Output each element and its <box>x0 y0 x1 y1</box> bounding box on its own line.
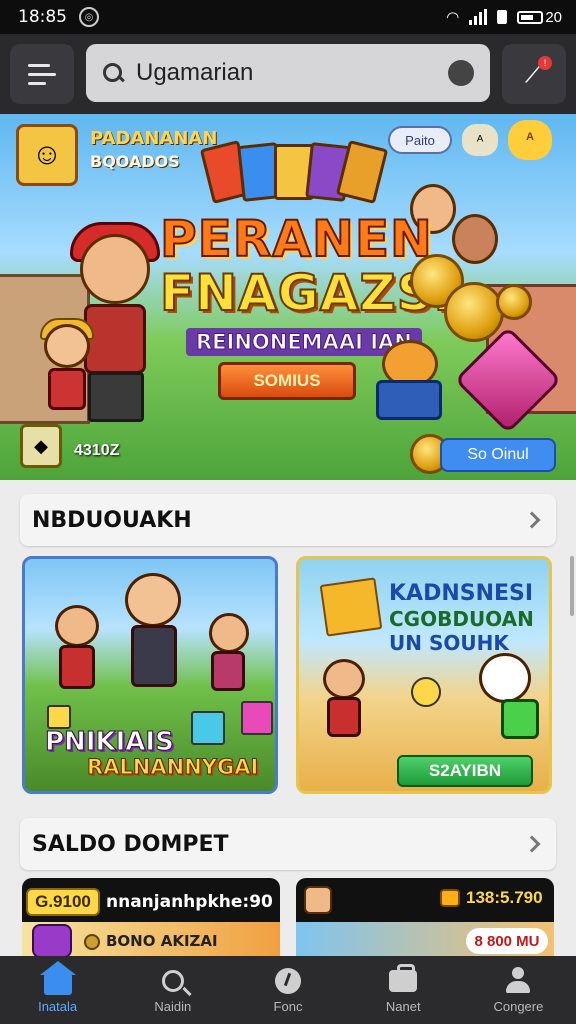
search-icon <box>102 62 124 84</box>
block-illustration <box>191 711 225 745</box>
character-illustration <box>319 659 379 749</box>
hero-icon-button-1[interactable]: ᴬ <box>462 124 498 156</box>
notification-badge: ! <box>538 56 552 70</box>
hero-title-line-1: PERANEN <box>159 209 433 269</box>
chest-illustration <box>319 577 383 637</box>
brand-line-2: BQOADOS <box>90 152 180 171</box>
hero-cta-button[interactable]: So Oinul <box>440 438 556 472</box>
user-icon <box>504 966 532 995</box>
search-input[interactable] <box>136 59 436 87</box>
status-bar: 18:85 ◎ ◠ 20 <box>0 0 576 34</box>
tab-search[interactable]: Naidin <box>115 956 230 1024</box>
tab-user[interactable]: Congere <box>461 956 576 1024</box>
signal-icon <box>469 9 488 25</box>
game-title-line-1: KADNSNESI <box>389 581 534 606</box>
wallet-subtext: BONO AKIZAI <box>106 932 218 950</box>
chevron-right-icon <box>523 835 541 853</box>
hero-pill-button[interactable]: Paito <box>388 126 452 154</box>
wifi-icon: ◠ <box>446 9 460 26</box>
section-title: SALDO DOMPET <box>32 831 229 857</box>
fox-character-illustration <box>376 340 446 420</box>
app-bar: ⟋ ! <box>0 34 576 114</box>
search-bar[interactable] <box>86 44 490 102</box>
wallet-pill[interactable]: 8 800 MU <box>466 928 548 954</box>
menu-icon <box>28 61 56 88</box>
clock-icon <box>275 967 301 994</box>
section-title: NBDUOUAKH <box>32 507 192 533</box>
coin-illustration <box>411 677 441 707</box>
game-logo: ☺ <box>16 124 78 186</box>
coin-icon <box>84 934 100 950</box>
wallet-amount-row: 138:5.790 <box>440 888 543 908</box>
game-title-line-3: UN SOUHK <box>389 631 509 655</box>
sim-icon <box>497 10 508 24</box>
wallet-amount: G.9100 <box>26 888 100 916</box>
game-card[interactable]: KADNSNESI CGOBDUOAN UN SOUHK S2AYIBN <box>296 556 552 794</box>
hero-icon-button-2[interactable]: ᴬ <box>508 120 552 160</box>
brand-line-1: PADANANAN <box>90 128 218 149</box>
avatar <box>304 886 332 914</box>
character-illustration <box>205 613 261 703</box>
bag-icon <box>389 963 418 992</box>
menu-button[interactable] <box>10 44 74 104</box>
item-icon[interactable]: ◆ <box>20 424 62 468</box>
status-time: 18:85 <box>18 7 67 27</box>
wallet-amount: 138:5.790 <box>466 888 543 907</box>
tab-label: Naidin <box>154 998 192 1014</box>
bonus-button[interactable]: SOMIUS <box>218 362 356 400</box>
game-title-line-2: CGOBDUOAN <box>389 607 534 631</box>
cards-illustration <box>199 139 396 205</box>
chevron-right-icon <box>523 511 541 529</box>
hero-banner[interactable]: ☺ PADANANAN BQOADOS Paito ᴬ ᴬ PERANEN FN… <box>0 114 576 480</box>
home-icon <box>39 960 76 995</box>
creature-illustration <box>475 653 549 749</box>
section-header-wallet[interactable]: SALDO DOMPET <box>20 818 556 870</box>
gem-icon <box>32 924 72 958</box>
character-illustration <box>121 573 201 703</box>
tab-label: Inatala <box>38 998 78 1014</box>
search-icon <box>161 969 184 992</box>
character-illustration <box>452 214 498 264</box>
block-illustration <box>47 705 71 729</box>
wallet-card[interactable]: G.9100 nnanjanhpkhe:90 BONO AKIZAI <box>22 878 280 958</box>
block-illustration <box>241 701 273 735</box>
tab-label: Congere <box>493 998 544 1014</box>
hero-title-line-2: FNAGAZSI <box>159 263 454 323</box>
tab-clock[interactable]: Fonc <box>230 956 345 1024</box>
tab-label: Fonc <box>273 998 303 1014</box>
game-title-line-1: PNIKIAIS <box>45 727 175 758</box>
bottom-nav: Inatala Naidin Fonc Nanet Congere <box>0 956 576 1024</box>
wallet-card[interactable]: 138:5.790 8 800 MU <box>296 878 554 958</box>
scrollbar[interactable] <box>570 556 574 616</box>
tab-home[interactable]: Inatala <box>0 956 115 1024</box>
game-play-button[interactable]: S2AYIBN <box>397 755 533 787</box>
section-header-games[interactable]: NBDUOUAKH <box>20 494 556 546</box>
battery-icon <box>517 10 544 24</box>
game-title-line-2: RALNANNYGAI <box>86 755 259 780</box>
character-illustration <box>51 605 111 695</box>
tools-button[interactable]: ⟋ ! <box>502 44 566 104</box>
item-count: 4310Z <box>74 442 120 459</box>
tab-bag[interactable]: Nanet <box>346 956 461 1024</box>
nfc-icon: ◎ <box>79 7 99 27</box>
game-card[interactable]: PNIKIAIS RALNANNYGAI <box>22 556 278 794</box>
gold-icon <box>440 889 460 907</box>
voice-icon[interactable] <box>448 60 474 86</box>
wallet-text: nnanjanhpkhe:90 <box>106 892 273 912</box>
tab-label: Nanet <box>385 998 421 1014</box>
kid-character-illustration <box>40 318 94 414</box>
battery-text: 20 <box>545 8 562 26</box>
